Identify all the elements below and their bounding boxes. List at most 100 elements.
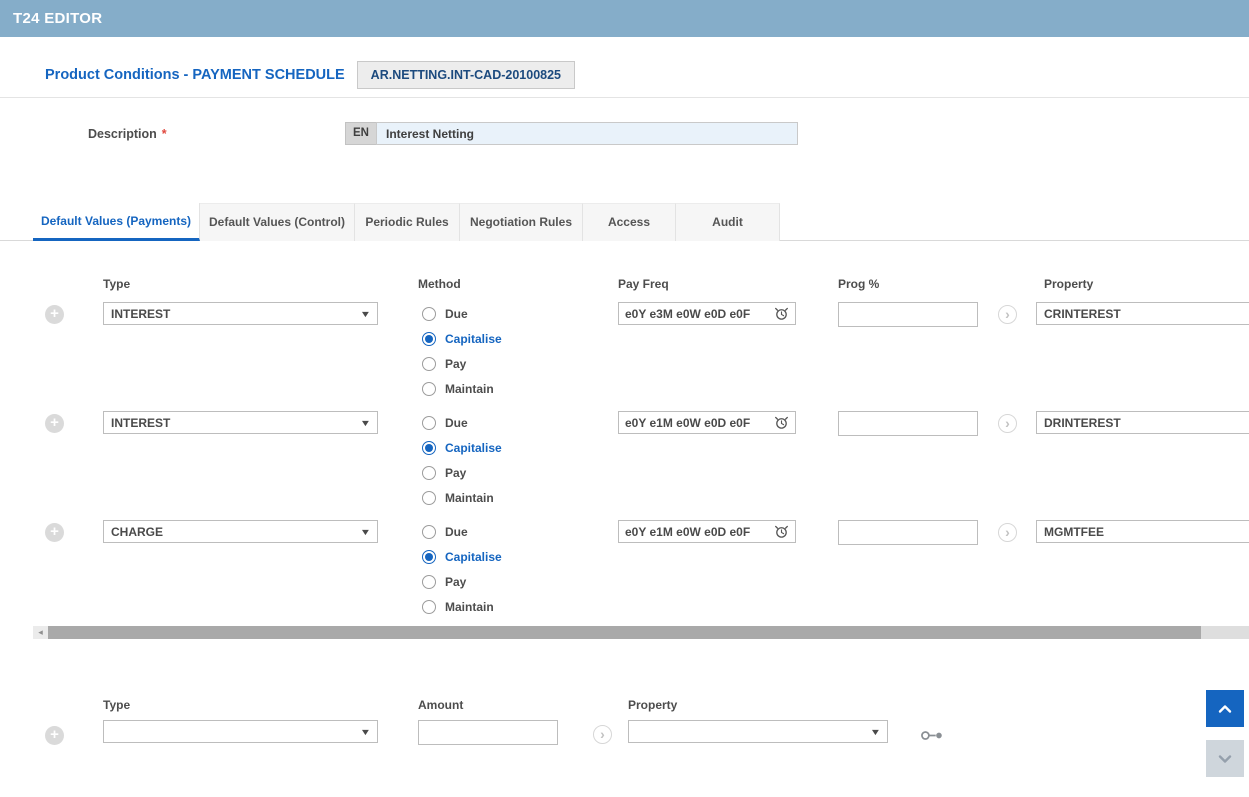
type-select[interactable]: ▼ [103,720,378,743]
radio-label: Capitalise [445,441,502,455]
scrollbar-thumb[interactable] [48,626,1201,639]
horizontal-scrollbar: ◂ [33,626,1249,639]
chevron-down-icon: ▼ [870,727,882,737]
scroll-down-button[interactable] [1206,740,1244,777]
method-radio-pay[interactable]: Pay [422,355,618,373]
method-radio-capitalise[interactable]: Capitalise [422,439,618,457]
scroll-left-arrow-icon[interactable]: ◂ [33,626,48,639]
radio-icon [422,600,436,614]
clock-icon[interactable] [774,524,789,539]
radio-icon [422,441,436,455]
expand-row-icon[interactable]: › [998,414,1017,433]
radio-icon [422,416,436,430]
method-radio-maintain[interactable]: Maintain [422,380,618,398]
radio-icon [422,575,436,589]
tab-access[interactable]: Access [583,203,676,241]
prog-input[interactable] [838,520,978,545]
pay-freq-field[interactable]: e0Y e1M e0W e0D e0F [618,411,796,434]
type-select[interactable]: INTEREST ▼ [103,411,378,434]
method-radio-pay[interactable]: Pay [422,464,618,482]
description-input-group: EN [345,122,798,145]
method-radio-due[interactable]: Due [422,305,618,323]
radio-icon [422,491,436,505]
method-radio-maintain[interactable]: Maintain [422,489,618,507]
method-radio-capitalise[interactable]: Capitalise [422,330,618,348]
radio-label: Capitalise [445,550,502,564]
required-asterisk: * [162,127,167,141]
chevron-down-icon: ▼ [360,527,372,537]
property-select[interactable]: DRINTEREST ▼ [1036,411,1249,434]
radio-icon [422,525,436,539]
chevron-down-icon: ▼ [360,309,372,319]
property-select[interactable]: CRINTEREST ▼ [1036,302,1249,325]
type-select-value: CHARGE [111,525,163,539]
tab-default-values-payments[interactable]: Default Values (Payments) [33,203,200,241]
app-header: T24 EDITOR [0,0,1249,37]
app-title: T24 EDITOR [13,10,102,27]
radio-label: Pay [445,466,466,480]
method-radio-maintain[interactable]: Maintain [422,598,618,616]
radio-label: Due [445,525,468,539]
payments-header-row: Type Method Pay Freq Prog % Property [33,270,1249,302]
pay-freq-value: e0Y e1M e0W e0D e0F [625,525,750,539]
pay-freq-value: e0Y e1M e0W e0D e0F [625,416,750,430]
link-icon[interactable] [920,729,946,742]
expand-row-icon[interactable]: › [998,523,1017,542]
payments-grid: Type Method Pay Freq Prog % Property + I… [33,270,1249,629]
column-header-type: Type [103,692,418,712]
page-title-row: Product Conditions - PAYMENT SCHEDULE AR… [45,61,575,89]
radio-label: Due [445,307,468,321]
chevron-down-icon: ▼ [360,418,372,428]
property-select[interactable]: MGMTFEE ▼ [1036,520,1249,543]
language-code-badge: EN [345,122,376,145]
expand-row-icon[interactable]: › [593,725,612,744]
add-row-icon[interactable]: + [45,726,64,745]
add-row-icon[interactable]: + [45,305,64,324]
property-select[interactable]: ▼ [628,720,888,743]
radio-icon [422,550,436,564]
type-select-value: INTEREST [111,307,170,321]
column-header-pay-freq: Pay Freq [618,270,838,291]
scroll-up-button[interactable] [1206,690,1244,727]
type-select[interactable]: INTEREST ▼ [103,302,378,325]
amount-input[interactable] [418,720,558,745]
radio-label: Maintain [445,491,494,505]
clock-icon[interactable] [774,306,789,321]
radio-label: Due [445,416,468,430]
type-select[interactable]: CHARGE ▼ [103,520,378,543]
pay-freq-field[interactable]: e0Y e3M e0W e0D e0F [618,302,796,325]
tab-audit[interactable]: Audit [676,203,780,241]
radio-icon [422,307,436,321]
method-radio-due[interactable]: Due [422,523,618,541]
radio-label: Maintain [445,600,494,614]
radio-icon [422,466,436,480]
expand-row-icon[interactable]: › [998,305,1017,324]
tab-negotiation-rules[interactable]: Negotiation Rules [460,203,583,241]
type-select-value: INTEREST [111,416,170,430]
radio-label: Pay [445,357,466,371]
radio-icon [422,332,436,346]
tab-default-values-control[interactable]: Default Values (Control) [200,203,355,241]
description-row: Description* EN [88,122,798,145]
add-row-icon[interactable]: + [45,523,64,542]
method-radio-group: Due Capitalise Pay Maintain [418,414,618,507]
property-select-value: DRINTEREST [1044,416,1121,430]
add-row-icon[interactable]: + [45,414,64,433]
pay-freq-field[interactable]: e0Y e1M e0W e0D e0F [618,520,796,543]
scrollbar-track[interactable] [48,626,1249,639]
radio-icon [422,357,436,371]
prog-input[interactable] [838,411,978,436]
tab-periodic-rules[interactable]: Periodic Rules [355,203,460,241]
method-radio-capitalise[interactable]: Capitalise [422,548,618,566]
method-radio-pay[interactable]: Pay [422,573,618,591]
clock-icon[interactable] [774,415,789,430]
divider [0,97,1249,98]
chevron-down-icon: ▼ [360,727,372,737]
chevron-up-icon [1215,699,1235,719]
description-input[interactable] [376,122,798,145]
column-header-property: Property [628,692,893,712]
prog-input[interactable] [838,302,978,327]
method-radio-group: Due Capitalise Pay Maintain [418,305,618,398]
payment-row: + INTEREST ▼ Due Capitalise Pay Mainta [33,411,1249,520]
method-radio-due[interactable]: Due [422,414,618,432]
